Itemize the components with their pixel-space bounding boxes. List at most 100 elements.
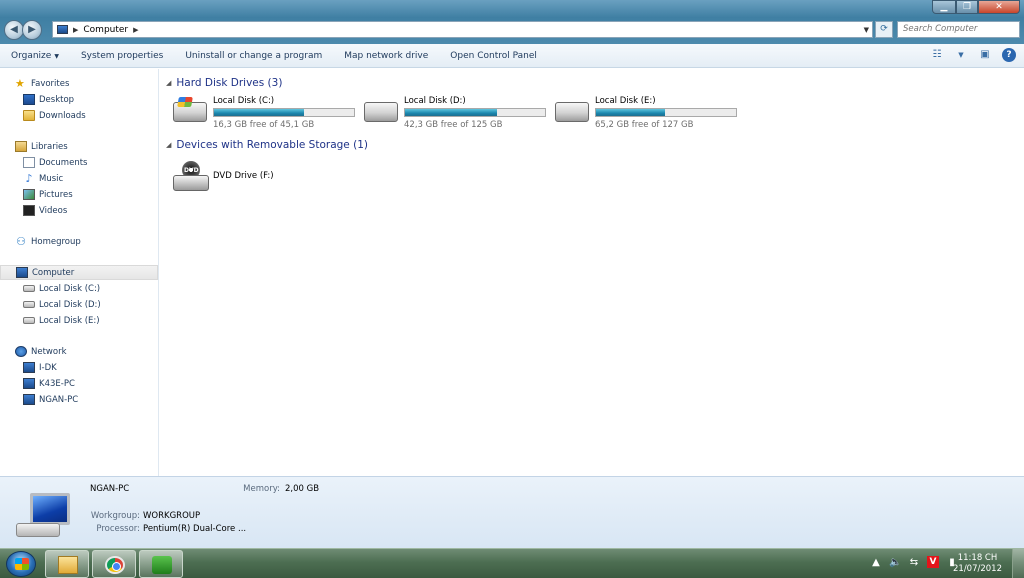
view-controls: ☷ ▼ ▣ ?: [930, 48, 1016, 62]
address-bar[interactable]: ▶ Computer ▶ ▼: [52, 21, 873, 38]
taskbar-chrome-button[interactable]: [92, 550, 136, 578]
sidebar-item-libraries[interactable]: Libraries: [0, 139, 158, 154]
address-dropdown-icon[interactable]: ▼: [864, 26, 869, 34]
change-view-icon[interactable]: ☷: [930, 48, 944, 62]
taskbar-download-manager-button[interactable]: [139, 550, 183, 578]
group-header-hard-disk-drives[interactable]: ◢ Hard Disk Drives (3): [166, 76, 366, 90]
map-network-drive-button[interactable]: Map network drive: [333, 51, 439, 61]
system-drive-icon: [173, 102, 207, 122]
windows-logo-icon: [15, 558, 29, 570]
documents-icon: [23, 157, 35, 168]
memory-value: 2,00 GB: [285, 484, 320, 494]
pictures-icon: [23, 189, 35, 200]
sidebar-item-favorites[interactable]: ★ Favorites: [0, 76, 158, 91]
organize-menu[interactable]: Organize ▼: [0, 51, 70, 61]
sidebar-item-network[interactable]: Network: [0, 344, 158, 359]
drive-usage-fill: [214, 109, 304, 116]
system-properties-button[interactable]: System properties: [70, 51, 174, 61]
collapse-caret-icon[interactable]: ◢: [166, 79, 171, 87]
libraries-icon: [15, 141, 27, 152]
breadcrumb-computer[interactable]: Computer: [83, 25, 128, 35]
volume-icon[interactable]: 🔈: [889, 557, 901, 568]
sidebar-item-music[interactable]: ♪ Music: [0, 171, 158, 186]
desktop-icon: [23, 94, 35, 105]
search-input[interactable]: [903, 24, 1003, 34]
taskbar: ▲ 🔈 ⇆ V ▮ 11:18 CH 21/07/2012: [0, 548, 1024, 578]
view-dropdown-icon[interactable]: ▼: [954, 48, 968, 62]
drive-usage-fill: [405, 109, 498, 116]
sidebar-item-computer[interactable]: Computer: [0, 265, 158, 280]
clock-date: 21/07/2012: [953, 564, 1002, 574]
network-tray-icon[interactable]: ⇆: [908, 557, 920, 568]
breadcrumb-arrow-icon[interactable]: ▶: [133, 26, 138, 34]
drive-icon: [23, 301, 35, 308]
drive-usage-bar: [595, 108, 737, 117]
details-pane: NGAN-PC Memory: 2,00 GB Workgroup: WORKG…: [0, 476, 1024, 548]
breadcrumb-arrow-icon[interactable]: ▶: [73, 26, 78, 34]
star-icon: ★: [15, 77, 25, 90]
drive-icon: [555, 102, 589, 122]
sidebar-item-network-pc[interactable]: NGAN-PC: [0, 392, 158, 407]
title-bar: ◀ ▶ ▶ Computer ▶ ▼ ⟳ ▁ ❐ ✕: [0, 0, 1024, 44]
refresh-icon[interactable]: ⟳: [875, 21, 893, 38]
download-manager-icon: [152, 556, 172, 574]
sidebar-item-disk-d[interactable]: Local Disk (D:): [0, 297, 158, 312]
system-tray: ▲ 🔈 ⇆ V ▮: [870, 556, 958, 568]
drive-tile-c[interactable]: Local Disk (C:) 16,3 GB free of 45,1 GB: [173, 96, 363, 132]
homegroup-icon: ⚇: [16, 235, 26, 248]
drive-tile-dvd[interactable]: DVD DVD Drive (F:): [173, 159, 293, 195]
navigation-pane: ★ Favorites Desktop Downloads Libraries D…: [0, 69, 159, 476]
taskbar-explorer-button[interactable]: [45, 550, 89, 578]
drive-icon: [364, 102, 398, 122]
computer-icon: [23, 378, 35, 389]
sidebar-item-videos[interactable]: Videos: [0, 203, 158, 218]
drive-tile-d[interactable]: Local Disk (D:) 42,3 GB free of 125 GB: [364, 96, 554, 132]
back-button[interactable]: ◀: [4, 20, 24, 40]
sidebar-item-network-pc[interactable]: I-DK: [0, 360, 158, 375]
sidebar-item-downloads[interactable]: Downloads: [0, 108, 158, 123]
sidebar-item-network-pc[interactable]: K43E-PC: [0, 376, 158, 391]
close-button[interactable]: ✕: [978, 0, 1020, 14]
computer-icon: [16, 267, 28, 278]
drive-icon: [23, 317, 35, 324]
sidebar-item-desktop[interactable]: Desktop: [0, 92, 158, 107]
dropdown-arrow-icon: ▼: [54, 52, 59, 60]
folder-icon: [58, 556, 78, 574]
show-hidden-icons-icon[interactable]: ▲: [870, 557, 882, 568]
sidebar-item-disk-e[interactable]: Local Disk (E:): [0, 313, 158, 328]
group-header-removable-storage[interactable]: ◢ Devices with Removable Storage (1): [166, 138, 426, 152]
preview-pane-icon[interactable]: ▣: [978, 48, 992, 62]
window-controls: ▁ ❐ ✕: [932, 0, 1020, 14]
drive-usage-bar: [213, 108, 355, 117]
computer-icon: [57, 25, 68, 34]
workgroup-label: Workgroup:: [90, 511, 140, 521]
uninstall-program-button[interactable]: Uninstall or change a program: [174, 51, 333, 61]
sidebar-item-homegroup[interactable]: ⚇ Homegroup: [0, 234, 158, 249]
processor-value: Pentium(R) Dual-Core ...: [143, 524, 247, 534]
network-icon: [15, 346, 27, 357]
sidebar-item-disk-c[interactable]: Local Disk (C:): [0, 281, 158, 296]
drive-icon: [23, 285, 35, 292]
computer-icon: [23, 362, 35, 373]
open-control-panel-button[interactable]: Open Control Panel: [439, 51, 548, 61]
processor-label: Processor:: [96, 524, 140, 534]
command-bar: Organize ▼ System properties Uninstall or…: [0, 44, 1024, 68]
start-button[interactable]: [6, 551, 36, 577]
help-icon[interactable]: ?: [1002, 48, 1016, 62]
show-desktop-button[interactable]: [1012, 549, 1024, 578]
antivirus-tray-icon[interactable]: V: [927, 556, 939, 568]
clock[interactable]: 11:18 CH 21/07/2012: [953, 553, 1002, 575]
sidebar-item-pictures[interactable]: Pictures: [0, 187, 158, 202]
downloads-folder-icon: [23, 110, 35, 121]
computer-icon: [23, 394, 35, 405]
drive-usage-fill: [596, 109, 665, 116]
videos-icon: [23, 205, 35, 216]
drive-tile-e[interactable]: Local Disk (E:) 65,2 GB free of 127 GB: [555, 96, 745, 132]
sidebar-item-documents[interactable]: Documents: [0, 155, 158, 170]
minimize-button[interactable]: ▁: [932, 0, 956, 14]
collapse-caret-icon[interactable]: ◢: [166, 141, 171, 149]
search-box[interactable]: [897, 21, 1020, 38]
forward-button[interactable]: ▶: [22, 20, 42, 40]
content-pane: ◢ Hard Disk Drives (3) Local Disk (C:) 1…: [160, 69, 1024, 476]
restore-button[interactable]: ❐: [956, 0, 978, 14]
